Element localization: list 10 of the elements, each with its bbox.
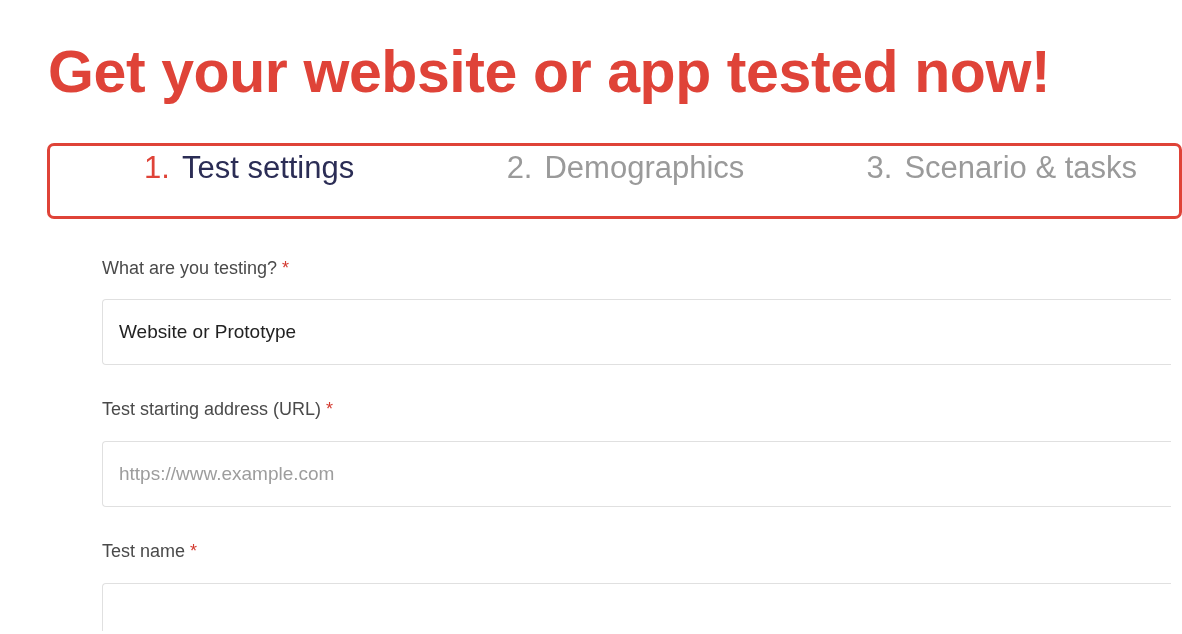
required-mark: * bbox=[326, 399, 334, 422]
input-field[interactable]: https://www.example.com bbox=[102, 441, 1171, 508]
field-label: Test name bbox=[102, 541, 186, 563]
field-label: What are you testing? bbox=[102, 257, 278, 280]
input-field[interactable]: Website or Prototype bbox=[102, 299, 1171, 366]
required-mark: * bbox=[282, 257, 290, 280]
field-label: Test starting address (URL) bbox=[102, 399, 322, 422]
page-heading: Get your website or app tested now! bbox=[48, 40, 1052, 105]
step-tab[interactable]: 1. Test settings bbox=[144, 148, 355, 188]
required-mark: * bbox=[190, 541, 198, 563]
